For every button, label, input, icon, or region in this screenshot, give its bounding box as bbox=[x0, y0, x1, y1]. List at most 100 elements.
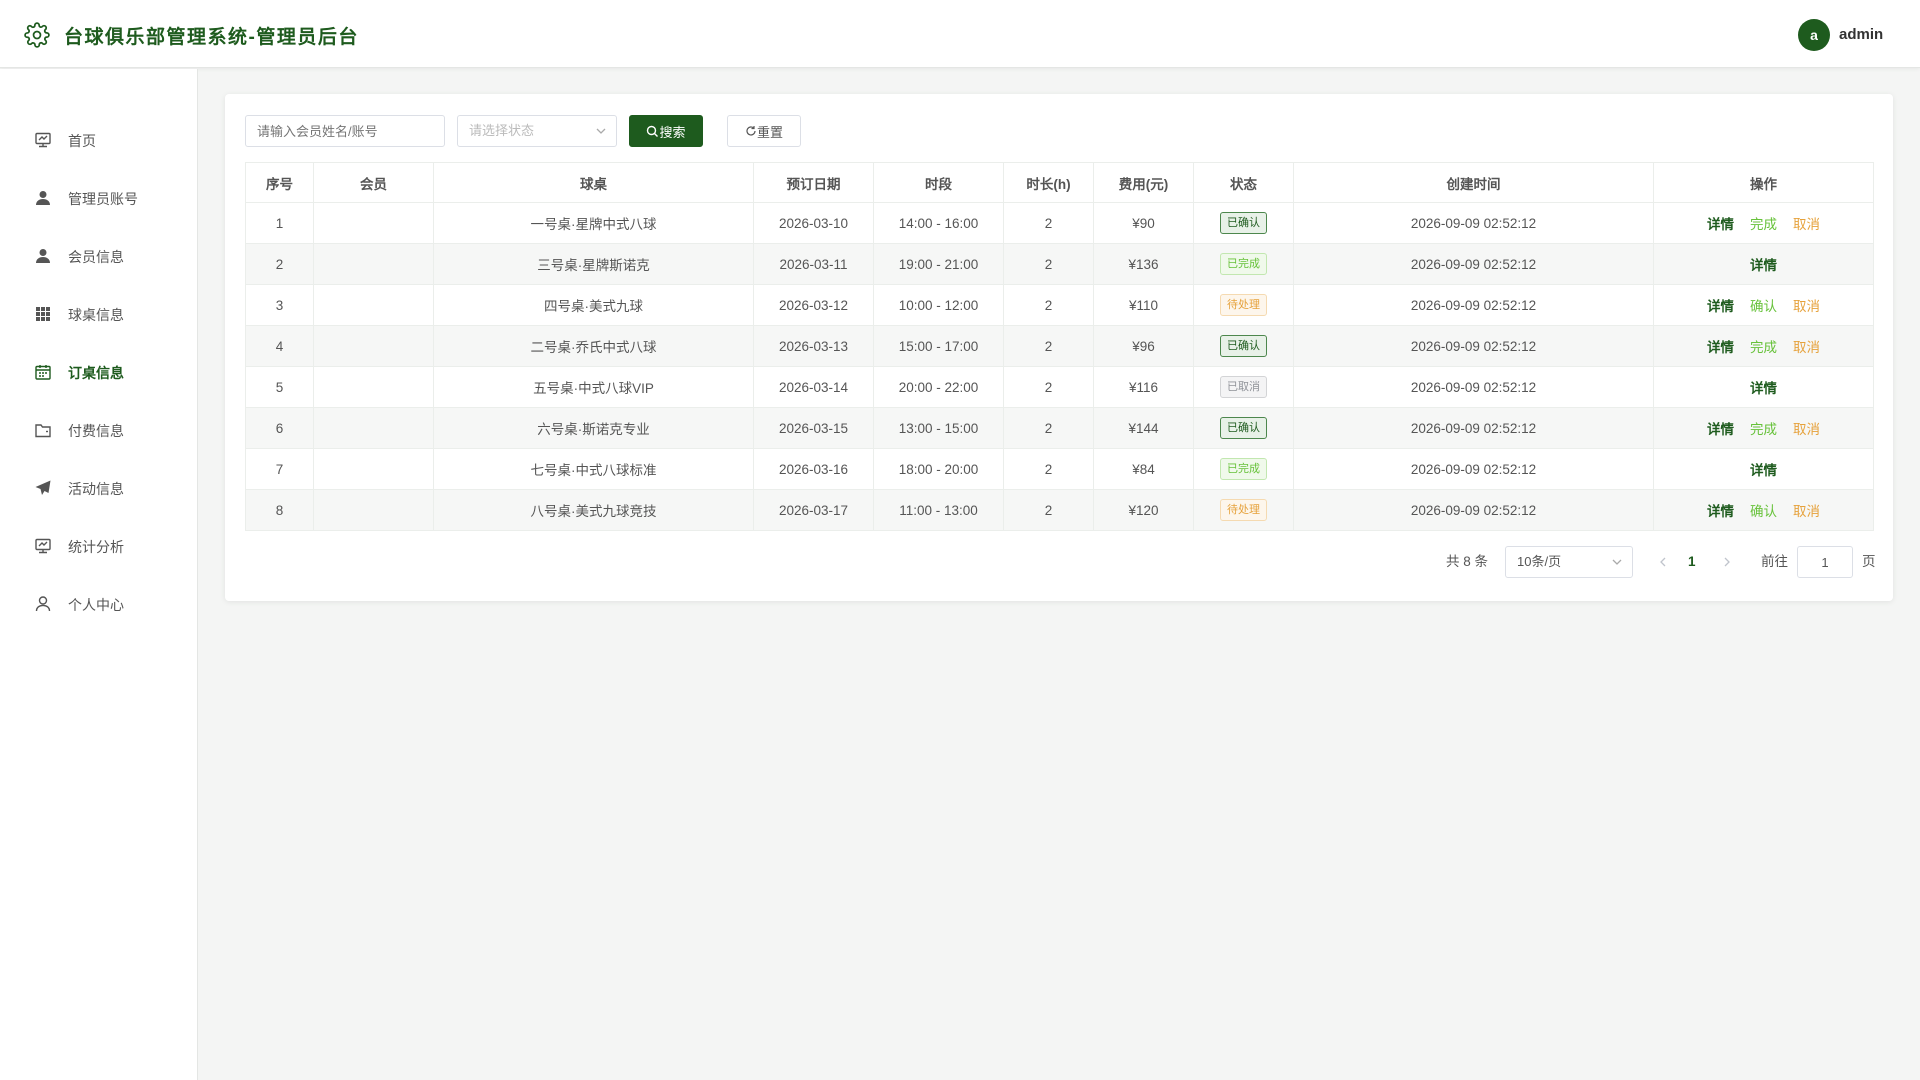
booking-date-cell: 2026-03-13 bbox=[753, 325, 874, 367]
duration-cell: 2 bbox=[1003, 284, 1094, 326]
search-icon bbox=[647, 125, 659, 137]
row-index: 8 bbox=[245, 489, 314, 531]
detail-link[interactable]: 详情 bbox=[1707, 422, 1734, 437]
sidebar-item-home[interactable]: 首页 bbox=[0, 116, 198, 164]
sidebar-item-activities[interactable]: 活动信息 bbox=[0, 464, 198, 512]
sidebar-item-label: 订桌信息 bbox=[68, 365, 124, 381]
booking-date-cell: 2026-03-10 bbox=[753, 202, 874, 244]
username[interactable]: admin bbox=[1839, 26, 1883, 43]
sidebar-item-members[interactable]: 会员信息 bbox=[0, 232, 198, 280]
status-cell: 已取消 bbox=[1193, 366, 1294, 408]
reset-button[interactable]: 重置 bbox=[727, 115, 801, 147]
complete-link[interactable]: 完成 bbox=[1750, 217, 1777, 232]
member-cell bbox=[313, 243, 434, 285]
user-icon bbox=[36, 191, 50, 205]
chevron-down-icon bbox=[596, 128, 606, 134]
cancel-link[interactable]: 取消 bbox=[1793, 299, 1820, 314]
member-cell bbox=[313, 448, 434, 490]
fee-cell: ¥90 bbox=[1093, 202, 1194, 244]
total-count: 共 8 条 bbox=[1446, 554, 1489, 569]
search-input[interactable] bbox=[245, 115, 445, 147]
search-button-label: 搜索 bbox=[659, 124, 686, 140]
cancel-link[interactable]: 取消 bbox=[1793, 217, 1820, 232]
booking-card: 请选择状态 搜索 重置 序号 会员 球桌 预订日期 时段 时长 bbox=[225, 94, 1893, 601]
column-header: 创建时间 bbox=[1293, 162, 1654, 203]
detail-link[interactable]: 详情 bbox=[1707, 340, 1734, 355]
table-name-cell: 七号桌·中式八球标准 bbox=[433, 448, 754, 490]
table-header-row: 序号 会员 球桌 预订日期 时段 时长(h) 费用(元) 状态 创建时间 操作 bbox=[245, 162, 1874, 203]
status-badge: 已确认 bbox=[1220, 335, 1267, 357]
sidebar-item-label: 会员信息 bbox=[68, 249, 124, 265]
booking-date-cell: 2026-03-12 bbox=[753, 284, 874, 326]
row-index: 6 bbox=[245, 407, 314, 449]
time-slot-cell: 13:00 - 15:00 bbox=[873, 407, 1004, 449]
column-header: 操作 bbox=[1653, 162, 1874, 203]
refresh-icon bbox=[746, 126, 756, 136]
member-cell bbox=[313, 284, 434, 326]
cancel-link[interactable]: 取消 bbox=[1793, 340, 1820, 355]
detail-link[interactable]: 详情 bbox=[1750, 381, 1777, 396]
goto-page-input[interactable] bbox=[1797, 546, 1853, 578]
column-header: 状态 bbox=[1193, 162, 1294, 203]
actions-cell: 详情 确认 取消 bbox=[1653, 284, 1874, 326]
complete-link[interactable]: 完成 bbox=[1750, 422, 1777, 437]
complete-link[interactable]: 完成 bbox=[1750, 340, 1777, 355]
search-button[interactable]: 搜索 bbox=[629, 115, 703, 147]
column-header: 序号 bbox=[245, 162, 314, 203]
grid-icon bbox=[36, 307, 50, 321]
sidebar-item-payments[interactable]: 付费信息 bbox=[0, 406, 198, 454]
detail-link[interactable]: 详情 bbox=[1707, 299, 1734, 314]
sidebar-item-profile[interactable]: 个人中心 bbox=[0, 580, 198, 628]
actions-cell: 详情 确认 取消 bbox=[1653, 489, 1874, 531]
status-select[interactable]: 请选择状态 bbox=[457, 115, 617, 147]
detail-link[interactable]: 详情 bbox=[1707, 217, 1734, 232]
created-time-cell: 2026-09-09 02:52:12 bbox=[1293, 366, 1654, 408]
created-time-cell: 2026-09-09 02:52:12 bbox=[1293, 243, 1654, 285]
status-cell: 已确认 bbox=[1193, 325, 1294, 367]
confirm-link[interactable]: 确认 bbox=[1750, 504, 1777, 519]
row-index: 3 bbox=[245, 284, 314, 326]
person-icon bbox=[35, 596, 51, 612]
detail-link[interactable]: 详情 bbox=[1750, 258, 1777, 273]
next-page-icon[interactable] bbox=[1723, 557, 1731, 567]
top-header: 台球俱乐部管理系统-管理员后台 a admin bbox=[0, 0, 1920, 68]
table-name-cell: 三号桌·星牌斯诺克 bbox=[433, 243, 754, 285]
column-header: 时长(h) bbox=[1003, 162, 1094, 203]
duration-cell: 2 bbox=[1003, 489, 1094, 531]
row-index: 7 bbox=[245, 448, 314, 490]
status-badge: 已完成 bbox=[1220, 458, 1267, 480]
table-body: 1 一号桌·星牌中式八球 2026-03-10 14:00 - 16:00 2 ¥90 已确… bbox=[245, 202, 1874, 531]
sidebar-item-label: 个人中心 bbox=[68, 597, 124, 613]
sidebar-item-label: 活动信息 bbox=[68, 481, 124, 497]
page-size-select[interactable]: 10条/页 bbox=[1505, 546, 1633, 578]
sidebar-item-bookings[interactable]: 订桌信息 bbox=[0, 348, 198, 396]
page-number-current[interactable]: 1 bbox=[1688, 546, 1696, 578]
page-suffix: 页 bbox=[1862, 554, 1876, 569]
cancel-link[interactable]: 取消 bbox=[1793, 422, 1820, 437]
time-slot-cell: 20:00 - 22:00 bbox=[873, 366, 1004, 408]
confirm-link[interactable]: 确认 bbox=[1750, 299, 1777, 314]
fee-cell: ¥116 bbox=[1093, 366, 1194, 408]
cancel-link[interactable]: 取消 bbox=[1793, 504, 1820, 519]
status-badge: 已确认 bbox=[1220, 417, 1267, 439]
table-row: 3 四号桌·美式九球 2026-03-12 10:00 - 12:00 2 ¥110 待处理… bbox=[245, 284, 1874, 326]
sidebar: 首页 管理员账号 会员信息 球桌信息 订桌信息 付费信息 活动信息 统计分析 个… bbox=[0, 69, 198, 1080]
booking-table: 序号 会员 球桌 预订日期 时段 时长(h) 费用(元) 状态 创建时间 操作 … bbox=[245, 162, 1874, 531]
row-index: 1 bbox=[245, 202, 314, 244]
actions-cell: 详情 完成 取消 bbox=[1653, 325, 1874, 367]
time-slot-cell: 19:00 - 21:00 bbox=[873, 243, 1004, 285]
column-header: 球桌 bbox=[433, 162, 754, 203]
avatar[interactable]: a bbox=[1798, 19, 1830, 51]
created-time-cell: 2026-09-09 02:52:12 bbox=[1293, 489, 1654, 531]
table-name-cell: 五号桌·中式八球VIP bbox=[433, 366, 754, 408]
table-row: 2 三号桌·星牌斯诺克 2026-03-11 19:00 - 21:00 2 ¥136 已完… bbox=[245, 243, 1874, 285]
sidebar-item-tables[interactable]: 球桌信息 bbox=[0, 290, 198, 338]
sidebar-item-admin-account[interactable]: 管理员账号 bbox=[0, 174, 198, 222]
status-badge: 已完成 bbox=[1220, 253, 1267, 275]
prev-page-icon[interactable] bbox=[1659, 557, 1667, 567]
sidebar-item-statistics[interactable]: 统计分析 bbox=[0, 522, 198, 570]
created-time-cell: 2026-09-09 02:52:12 bbox=[1293, 407, 1654, 449]
column-header: 预订日期 bbox=[753, 162, 874, 203]
detail-link[interactable]: 详情 bbox=[1750, 463, 1777, 478]
detail-link[interactable]: 详情 bbox=[1707, 504, 1734, 519]
